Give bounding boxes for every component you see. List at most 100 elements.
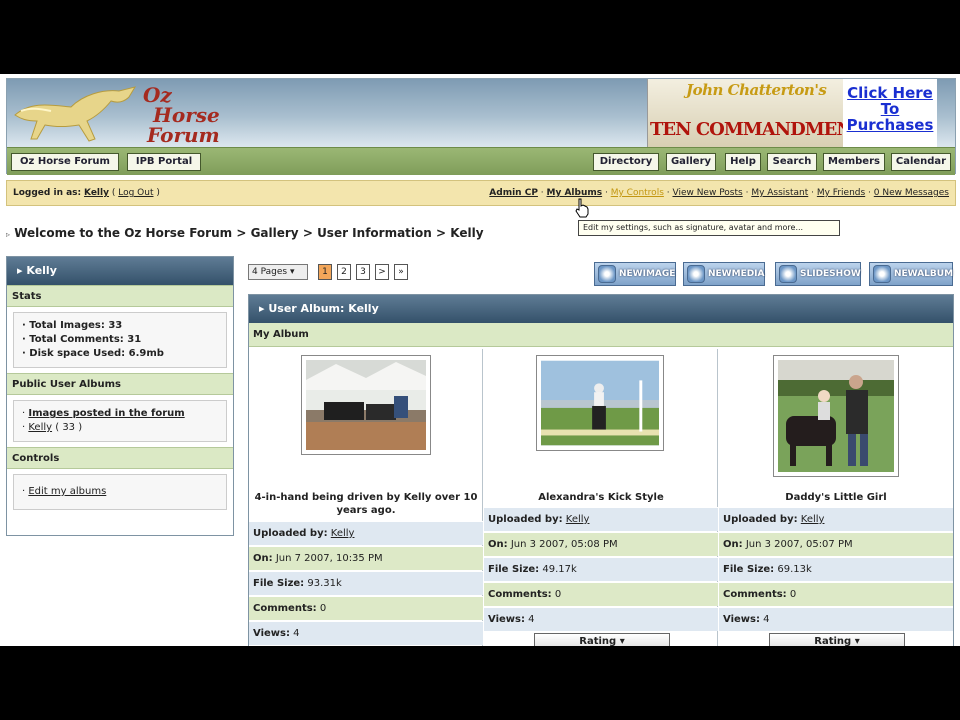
stat-total-images: · Total Images: 33 (22, 320, 123, 331)
controls-box: · Edit my albums (13, 474, 227, 510)
ad-title: TEN COMMANDMENTS (650, 119, 843, 140)
page-next[interactable]: > (375, 264, 389, 280)
size-label: File Size: (253, 578, 305, 589)
album-user-item: · Kelly ( 33 ) (22, 422, 83, 433)
comments-label: Comments: (488, 589, 552, 600)
logout-link[interactable]: Log Out (118, 188, 153, 198)
uploader-link-1[interactable]: Kelly (331, 528, 355, 539)
album-item-3: Daddy's Little Girl Uploaded by: Kelly O… (719, 349, 953, 646)
controls-heading: Controls (7, 447, 233, 469)
pages-dropdown[interactable]: 4 Pages ▾ (248, 264, 308, 280)
my-albums-link[interactable]: My Albums (547, 188, 603, 198)
site-logo-text[interactable]: Oz Horse Forum (139, 85, 220, 145)
uploaded-row-3: Uploaded by: Kelly (719, 507, 953, 531)
nav-ipb-portal[interactable]: IPB Portal (127, 153, 201, 171)
uploader-link-3[interactable]: Kelly (801, 514, 825, 525)
sidebar-title-text: Kelly (26, 264, 57, 277)
date-row-2: On: Jun 3 2007, 05:08 PM (484, 532, 718, 556)
page-last[interactable]: » (394, 264, 408, 280)
breadcrumb-arrow-icon: ▹ (6, 230, 11, 239)
size-3: 69.13k (777, 564, 812, 575)
thumbnail-image-3 (778, 360, 894, 472)
album-user-link[interactable]: Kelly (28, 422, 52, 433)
views-row-2: Views: 4 (484, 607, 718, 631)
new-image-icon (598, 265, 616, 283)
hand-cursor-icon (575, 198, 589, 218)
dropdown-arrow-icon: ▾ (619, 636, 625, 646)
nav-help[interactable]: Help (725, 153, 761, 171)
tooltip: Edit my settings, such as signature, ava… (578, 220, 840, 236)
ad-link-line-1: Click Here (847, 84, 933, 102)
nav-calendar[interactable]: Calendar (891, 153, 951, 171)
views-label: Views: (253, 628, 290, 639)
size-row-2: File Size: 49.17k (484, 557, 718, 581)
uploaded-label: Uploaded by: (253, 528, 328, 539)
new-messages-link[interactable]: 0 New Messages (874, 188, 949, 198)
thumbnail-2[interactable] (536, 355, 664, 451)
site-banner: Oz Horse Forum John Chatterton's TEN COM… (6, 78, 956, 175)
ad-author: John Chatterton's (686, 81, 827, 99)
breadcrumb-gallery[interactable]: Gallery (251, 226, 299, 240)
caption-2: Alexandra's Kick Style (538, 492, 664, 503)
sidebar-title: ▸ Kelly (7, 257, 233, 285)
views-1: 4 (293, 628, 300, 639)
size-label: File Size: (488, 564, 540, 575)
new-image-label: NEWIMAGE (619, 269, 676, 279)
thumbnail-1[interactable] (301, 355, 431, 455)
uploaded-label: Uploaded by: (488, 514, 563, 525)
views-3: 4 (763, 614, 770, 625)
size-row-3: File Size: 69.13k (719, 557, 953, 581)
date-2: Jun 3 2007, 05:08 PM (510, 539, 618, 550)
pages-dropdown-label: 4 Pages (252, 267, 288, 277)
views-label: Views: (723, 614, 760, 625)
uploader-link-2[interactable]: Kelly (566, 514, 590, 525)
public-albums-box: · Images posted in the forum · Kelly ( 3… (13, 400, 227, 442)
album-item-1: 4-in-hand being driven by Kelly over 10 … (249, 349, 483, 646)
edit-albums-link[interactable]: Edit my albums (28, 486, 106, 497)
new-image-button[interactable]: NEWIMAGE (594, 262, 676, 286)
my-friends-link[interactable]: My Friends (817, 188, 865, 198)
user-link[interactable]: Kelly (84, 188, 109, 198)
page-3[interactable]: 3 (356, 264, 370, 280)
new-album-label: NEWALBUM (894, 269, 954, 279)
rating-dropdown-2[interactable]: Rating ▾ (534, 633, 670, 646)
views-row-3: Views: 4 (719, 607, 953, 631)
page-1[interactable]: 1 (318, 264, 332, 280)
views-label: Views: (488, 614, 525, 625)
letterbox-bottom (0, 646, 960, 720)
user-links: Admin CP · My Albums · My Controls · Vie… (489, 188, 949, 198)
album-count: ( 33 ) (55, 422, 83, 433)
my-assistant-link[interactable]: My Assistant (751, 188, 808, 198)
breadcrumb-user: Kelly (450, 226, 484, 240)
breadcrumb-user-info[interactable]: User Information (317, 226, 432, 240)
images-posted-link[interactable]: Images posted in the forum (28, 408, 184, 419)
new-album-button[interactable]: NEWALBUM (869, 262, 953, 286)
breadcrumb-home[interactable]: Welcome to the Oz Horse Forum (14, 226, 232, 240)
my-controls-link[interactable]: My Controls (611, 188, 664, 198)
slideshow-button[interactable]: SLIDESHOW (775, 262, 861, 286)
page-2[interactable]: 2 (337, 264, 351, 280)
view-new-posts-link[interactable]: View New Posts (672, 188, 742, 198)
views-2: 4 (528, 614, 535, 625)
comments-row-2: Comments: 0 (484, 582, 718, 606)
new-media-icon (687, 265, 705, 283)
ad-banner[interactable]: John Chatterton's TEN COMMANDMENTS (647, 79, 843, 147)
admin-cp-link[interactable]: Admin CP (489, 188, 538, 198)
nav-search[interactable]: Search (767, 153, 817, 171)
caption-3: Daddy's Little Girl (785, 492, 887, 503)
stat-total-comments: · Total Comments: 31 (22, 334, 142, 345)
forum-page: Oz Horse Forum John Chatterton's TEN COM… (0, 74, 960, 646)
new-media-label: NEWMEDIA (708, 269, 765, 279)
logo-line-2: Horse (153, 103, 220, 127)
thumbnail-3[interactable] (773, 355, 899, 477)
nav-oz-horse-forum[interactable]: Oz Horse Forum (11, 153, 119, 171)
nav-gallery[interactable]: Gallery (666, 153, 716, 171)
new-album-icon (873, 265, 891, 283)
ad-purchase-link[interactable]: Click Here To Purchases (843, 79, 937, 147)
new-media-button[interactable]: NEWMEDIA (683, 262, 765, 286)
nav-members[interactable]: Members (823, 153, 885, 171)
on-label: On: (723, 539, 743, 550)
album-subtitle: My Album (249, 323, 953, 347)
rating-dropdown-3[interactable]: Rating ▾ (769, 633, 905, 646)
nav-directory[interactable]: Directory (593, 153, 659, 171)
